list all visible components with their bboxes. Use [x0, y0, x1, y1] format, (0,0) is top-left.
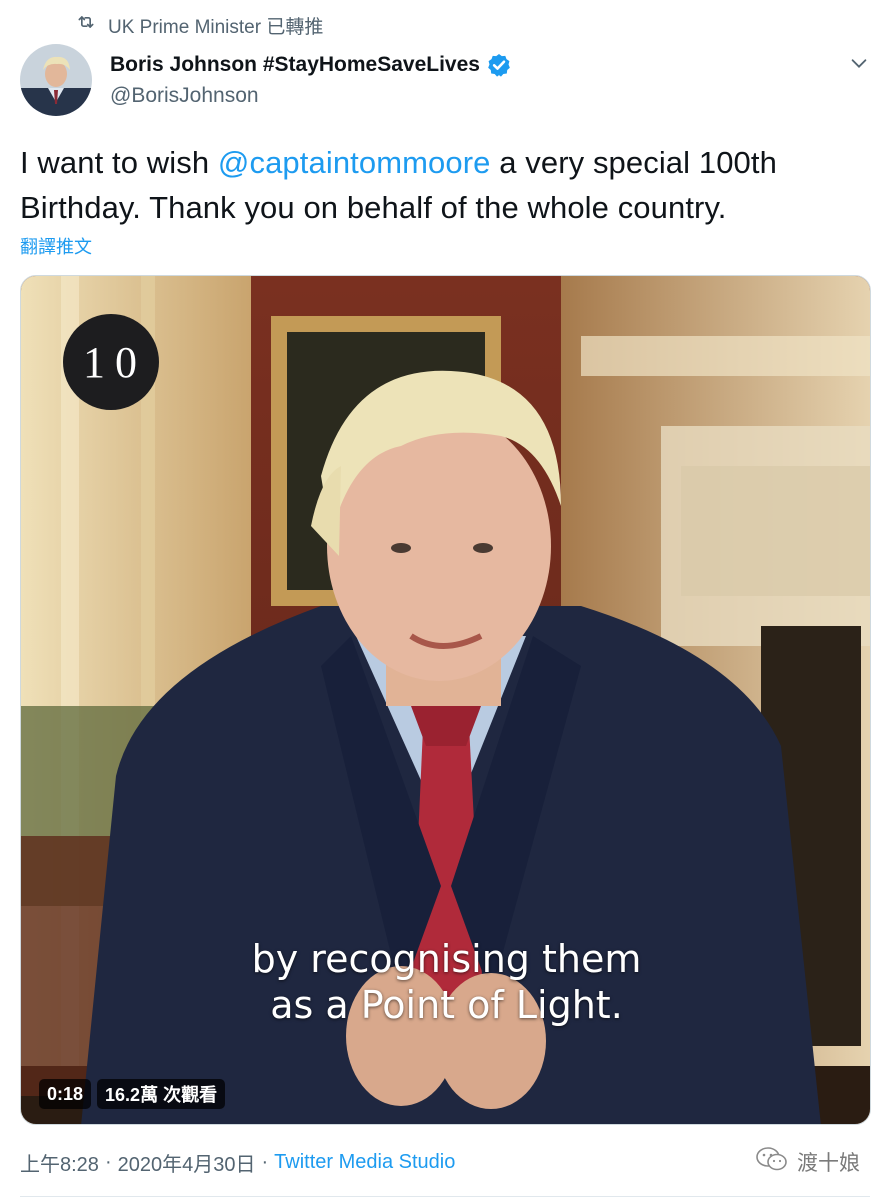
video-meta: 0:18 16.2萬 次觀看 [39, 1079, 226, 1109]
video-duration: 0:18 [39, 1079, 92, 1109]
tweet-text: I want to wish @captaintommoore a very s… [20, 140, 870, 230]
video-subtitle-line-1: by recognising them [251, 937, 642, 981]
retweet-label: UK Prime Minister 已轉推 [108, 16, 324, 38]
footer-separator: · [261, 1151, 269, 1173]
tweet-footer: 上午8:28 · 2020年4月30日 · Twitter Media Stud… [20, 1148, 455, 1177]
tweet-text-start: I want to wish [20, 145, 218, 180]
display-name-line: Boris Johnson #StayHomeSaveLives [110, 50, 512, 80]
author-handle[interactable]: @BorisJohnson [110, 84, 512, 108]
chevron-down-icon[interactable] [848, 52, 870, 74]
avatar[interactable] [20, 44, 92, 116]
footer-separator: · [104, 1151, 112, 1173]
retweet-icon [76, 12, 96, 38]
watermark-label: 渡十娘 [797, 1152, 860, 1175]
watermark: 渡十娘 [755, 1146, 860, 1178]
display-name[interactable]: Boris Johnson #StayHomeSaveLives [110, 53, 480, 77]
translate-tweet-link[interactable]: 翻譯推文 [20, 233, 92, 259]
wechat-icon [755, 1146, 789, 1178]
video-player[interactable]: 10 by recognising them as a Point of Lig… [20, 275, 871, 1125]
verified-badge-icon [486, 52, 512, 78]
tweet-header: Boris Johnson #StayHomeSaveLives @BorisJ… [20, 44, 870, 118]
tweet-source-link[interactable]: Twitter Media Studio [274, 1151, 455, 1174]
author-names: Boris Johnson #StayHomeSaveLives @BorisJ… [110, 50, 512, 108]
mention-link[interactable]: @captaintommoore [218, 145, 491, 180]
number-10-logo: 10 [63, 314, 159, 410]
tweet-date[interactable]: 2020年4月30日 [118, 1148, 256, 1177]
retweet-context[interactable]: UK Prime Minister 已轉推 [76, 12, 323, 38]
divider [20, 1196, 870, 1197]
tweet-time[interactable]: 上午8:28 [20, 1148, 99, 1177]
video-view-count: 16.2萬 次觀看 [97, 1079, 226, 1109]
video-subtitle-line-2: as a Point of Light. [270, 983, 623, 1027]
